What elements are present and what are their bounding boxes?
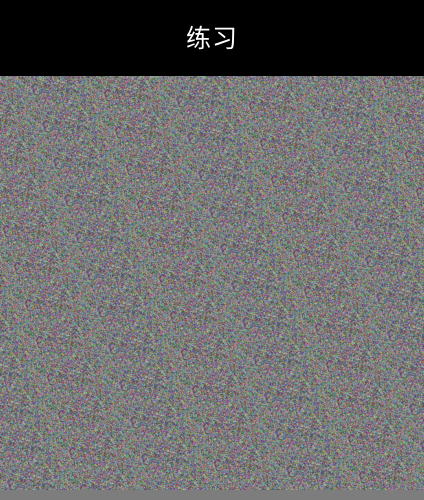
app-window: 练习 [0,0,424,500]
page-title: 练习 [185,23,238,53]
header-bar: 练习 [0,0,424,76]
noise-image [0,76,424,490]
noise-image-area [0,76,424,490]
bottom-strip [0,490,424,500]
